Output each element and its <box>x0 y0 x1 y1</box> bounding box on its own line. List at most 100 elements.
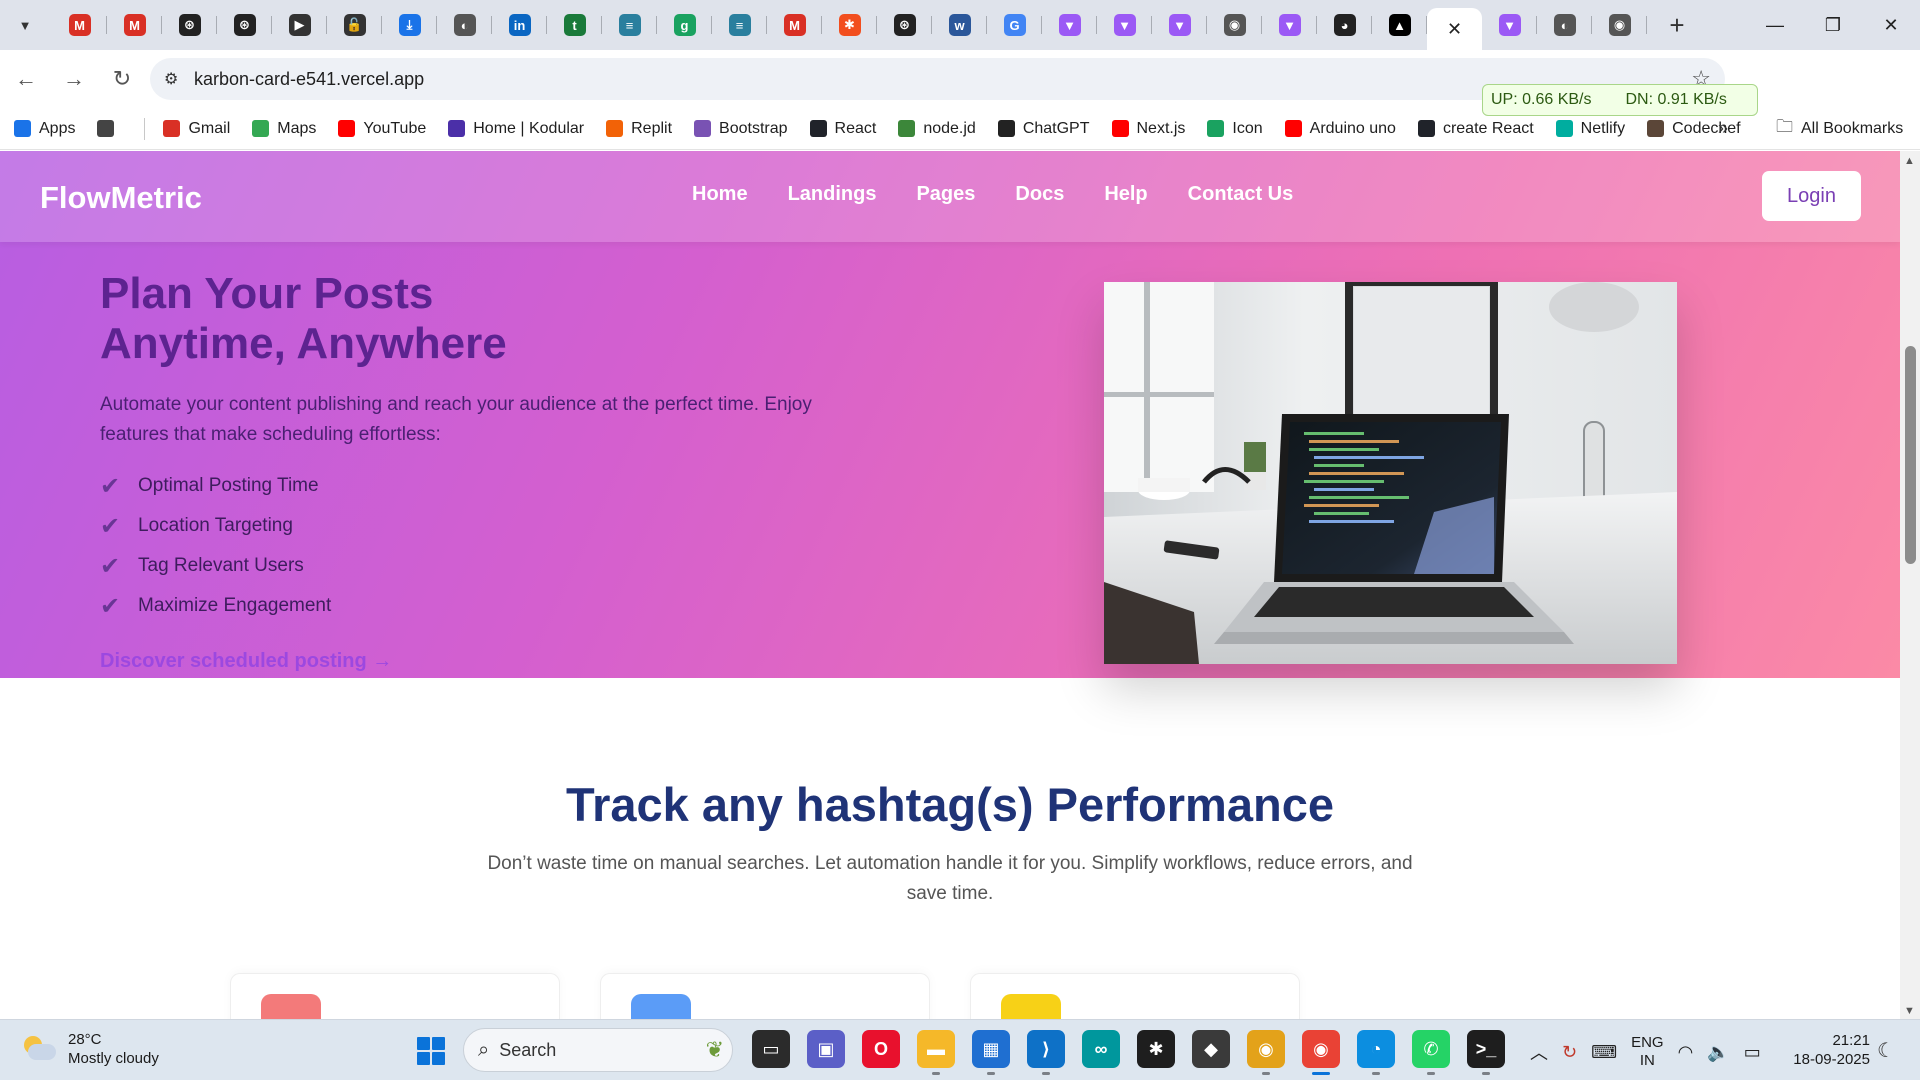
sync-icon[interactable]: ↻ <box>1562 1042 1577 1063</box>
video-call-icon[interactable]: ▣ <box>807 1030 845 1068</box>
forward-button[interactable]: → <box>52 57 96 101</box>
bookmark-item[interactable]: Home | Kodular <box>448 120 584 138</box>
browser-tab[interactable]: ▼ <box>1482 0 1537 50</box>
bookmark-item[interactable]: node.jd <box>898 120 976 138</box>
nav-link-pages[interactable]: Pages <box>916 183 975 206</box>
browser-tab[interactable]: G <box>987 0 1042 50</box>
more-bookmarks-button[interactable]: » <box>1718 118 1728 139</box>
scrollbar-thumb[interactable] <box>1905 346 1916 564</box>
feature-card[interactable] <box>600 973 930 1019</box>
scroll-down-icon[interactable]: ▼ <box>1904 1005 1915 1017</box>
bookmark-item[interactable]: Apps <box>14 120 75 138</box>
feature-card[interactable] <box>230 973 560 1019</box>
bookmark-item[interactable]: Icon <box>1207 120 1263 138</box>
browser-tab[interactable]: g <box>657 0 712 50</box>
close-icon[interactable]: ✕ <box>1444 18 1466 40</box>
tab-search-button[interactable]: ▼ <box>8 8 42 42</box>
browser-tab[interactable]: ⊛ <box>217 0 272 50</box>
battery-icon[interactable]: ▭ <box>1744 1042 1761 1063</box>
wifi-icon[interactable]: ◠ <box>1678 1042 1694 1063</box>
brand-logo[interactable]: FlowMetric <box>40 180 202 216</box>
browser-tab[interactable]: ◉ <box>1592 0 1647 50</box>
folder-icon[interactable]: ▬ <box>917 1030 955 1075</box>
weather-widget[interactable]: 28°C Mostly cloudy <box>20 1030 159 1068</box>
figma-icon[interactable]: ✱ <box>1137 1030 1175 1068</box>
browser-tab[interactable]: M <box>767 0 822 50</box>
nav-link-home[interactable]: Home <box>692 183 748 206</box>
notification-moon-icon[interactable]: ☾ <box>1877 1038 1895 1063</box>
bookmark-item[interactable]: Gmail <box>163 120 230 138</box>
browser-tab[interactable]: ◉ <box>1207 0 1262 50</box>
chrome-icon[interactable]: ◉ <box>1302 1030 1340 1075</box>
nav-link-landings[interactable]: Landings <box>788 183 877 206</box>
restore-button[interactable]: ❐ <box>1804 0 1862 50</box>
bookmark-item[interactable]: React <box>809 120 876 138</box>
url-text[interactable]: karbon-card-e541.vercel.app <box>194 69 424 90</box>
bookmark-item[interactable]: Maps <box>252 120 316 138</box>
chevron-up-icon[interactable]: ︿ <box>1530 1039 1548 1065</box>
browser-tab[interactable]: M <box>107 0 162 50</box>
terminal-icon[interactable]: >_ <box>1467 1030 1505 1075</box>
language-indicator[interactable]: ENG IN <box>1631 1034 1664 1070</box>
nav-link-contact-us[interactable]: Contact Us <box>1188 183 1294 206</box>
login-button[interactable]: Login <box>1762 171 1861 221</box>
start-button[interactable] <box>417 1037 445 1065</box>
keyboard-icon[interactable]: ⌨ <box>1591 1042 1617 1063</box>
file-explorer-black-icon[interactable]: ▭ <box>752 1030 790 1068</box>
browser-tab[interactable]: ✱ <box>822 0 877 50</box>
back-button[interactable]: ← <box>4 57 48 101</box>
browser-tab[interactable]: ✕ <box>1427 8 1482 50</box>
site-settings-icon[interactable]: ⚙ <box>164 69 194 89</box>
discover-scheduled-posting-link[interactable]: Discover scheduled posting → <box>100 650 392 673</box>
nav-link-help[interactable]: Help <box>1104 183 1147 206</box>
browser-tab[interactable]: ▶ <box>272 0 327 50</box>
bookmark-item[interactable]: Arduino uno <box>1284 120 1396 138</box>
minimize-button[interactable]: — <box>1746 0 1804 50</box>
bookmark-item[interactable]: create React <box>1417 120 1534 138</box>
all-bookmarks-button[interactable]: 🗀 All Bookmarks <box>1776 114 1903 143</box>
chrome-canary-icon[interactable]: ◉ <box>1247 1030 1285 1075</box>
volume-icon[interactable]: 🔈 <box>1707 1042 1729 1063</box>
feature-card[interactable] <box>970 973 1300 1019</box>
bookmark-item[interactable]: Replit <box>606 120 672 138</box>
browser-tab[interactable]: ⤓ <box>382 0 437 50</box>
browser-tab[interactable]: w <box>932 0 987 50</box>
sticker-app-icon[interactable]: ◆ <box>1192 1030 1230 1068</box>
store-icon[interactable]: ▦ <box>972 1030 1010 1075</box>
nav-link-docs[interactable]: Docs <box>1015 183 1064 206</box>
browser-tab[interactable]: ⊛ <box>877 0 932 50</box>
arduino-icon[interactable]: ∞ <box>1082 1030 1120 1068</box>
browser-tab[interactable]: ▼ <box>1152 0 1207 50</box>
page-scrollbar[interactable]: ▲ ▼ <box>1900 151 1920 1019</box>
vscode-icon[interactable]: ⟩ <box>1027 1030 1065 1075</box>
bookmark-item[interactable] <box>97 120 122 137</box>
close-window-button[interactable]: ✕ <box>1862 0 1920 50</box>
new-tab-button[interactable]: + <box>1657 5 1697 45</box>
bookmark-item[interactable]: YouTube <box>338 120 426 138</box>
browser-tab[interactable]: ▼ <box>1262 0 1317 50</box>
browser-tab[interactable]: ≡ <box>712 0 767 50</box>
scroll-up-icon[interactable]: ▲ <box>1904 155 1915 167</box>
browser-tab[interactable]: t <box>547 0 602 50</box>
bookmark-item[interactable]: ChatGPT <box>997 120 1090 138</box>
browser-tab[interactable]: 🔓 <box>327 0 382 50</box>
browser-tab[interactable]: ▼ <box>1042 0 1097 50</box>
opera-icon[interactable]: O <box>862 1030 900 1068</box>
browser-tab[interactable]: ◕ <box>1317 0 1372 50</box>
reload-button[interactable]: ↻ <box>100 57 144 101</box>
browser-tab[interactable]: ⊛ <box>162 0 217 50</box>
browser-tab[interactable]: ◐ <box>437 0 492 50</box>
browser-tab[interactable]: in <box>492 0 547 50</box>
bookmark-item[interactable]: Bootstrap <box>694 120 788 138</box>
browser-tab[interactable]: M <box>52 0 107 50</box>
browser-tab[interactable]: ▼ <box>1097 0 1152 50</box>
browser-tab[interactable]: ≡ <box>602 0 657 50</box>
browser-tab[interactable]: ◐ <box>1537 0 1592 50</box>
bookmark-item[interactable]: Next.js <box>1111 120 1185 138</box>
taskbar-search[interactable]: ⌕ Search ❦ <box>463 1028 733 1072</box>
whatsapp-icon[interactable]: ✆ <box>1412 1030 1450 1075</box>
bookmark-item[interactable]: Netlify <box>1555 120 1625 138</box>
clock[interactable]: 21:21 18-09-2025 <box>1790 1031 1870 1069</box>
browser-tab[interactable]: ▲ <box>1372 0 1427 50</box>
edge-icon[interactable]: ◔ <box>1357 1030 1395 1075</box>
